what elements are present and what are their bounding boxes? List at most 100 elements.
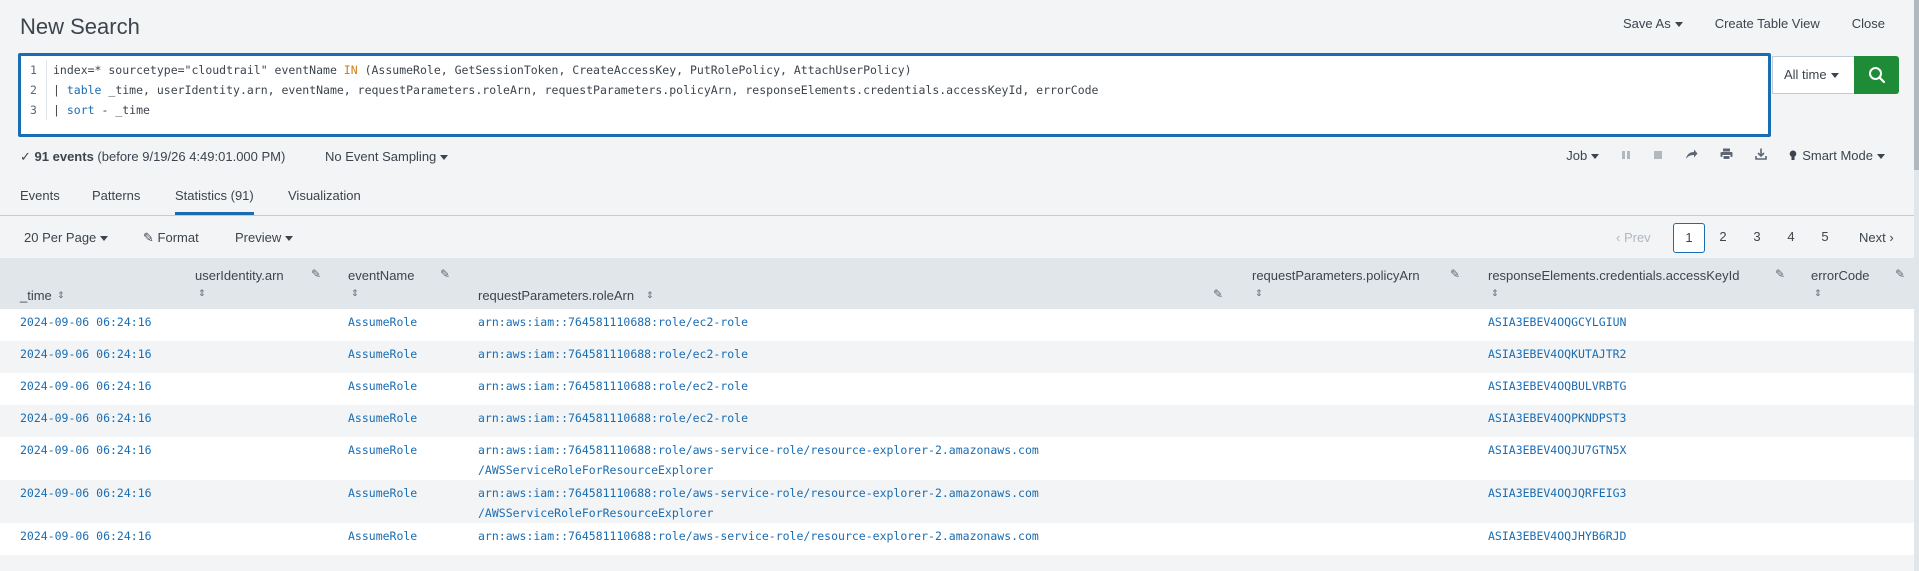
edit-column-icon[interactable]: ✎ [1450, 267, 1460, 281]
cell-access-key[interactable]: ASIA3EBEV4OQJU7GTN5X [1488, 440, 1626, 460]
scrollbar-thumb[interactable] [1914, 0, 1919, 170]
event-count-value: 91 events [34, 149, 94, 164]
cell-role-arn-continued[interactable]: /AWSServiceRoleForResourceExplorer [478, 503, 713, 523]
column-header-policy-arn[interactable]: requestParameters.policyArn [1252, 268, 1420, 283]
cell-event-name[interactable]: AssumeRole [348, 312, 417, 332]
search-line[interactable]: 2 | table _time, userIdentity.arn, eventN… [21, 80, 1098, 100]
sort-icon[interactable]: ⇕ [351, 288, 359, 299]
event-count-before: (before 9/19/26 4:49:01.000 PM) [97, 149, 286, 164]
cell-access-key[interactable]: ASIA3EBEV4OQGCYLGIUN [1488, 312, 1626, 332]
cell-event-name[interactable]: AssumeRole [348, 483, 417, 503]
table-row: 2024-09-06 06:24:16 AssumeRole arn:aws:iam… [0, 480, 1919, 523]
column-header-time[interactable]: _time [20, 288, 52, 303]
edit-column-icon[interactable]: ✎ [1895, 267, 1905, 281]
search-line[interactable]: 3 | sort - _time [21, 100, 150, 120]
event-count: ✓ 91 events (before 9/19/26 4:49:01.000 … [20, 149, 285, 165]
cell-time[interactable]: 2024-09-06 06:24:16 [20, 376, 152, 396]
tab-events[interactable]: Events [20, 188, 60, 212]
cell-event-name[interactable]: AssumeRole [348, 344, 417, 364]
job-menu[interactable]: Job [1566, 148, 1599, 163]
column-header-error-code[interactable]: errorCode [1811, 268, 1870, 283]
cell-time[interactable]: 2024-09-06 06:24:16 [20, 526, 152, 546]
per-page-dropdown[interactable]: 20 Per Page [24, 230, 108, 245]
next-page-button[interactable]: Next › [1859, 230, 1894, 245]
cell-event-name[interactable]: AssumeRole [348, 526, 417, 546]
column-header-event-name[interactable]: eventName [348, 268, 414, 283]
tab-patterns[interactable]: Patterns [92, 188, 140, 212]
event-sampling-dropdown[interactable]: No Event Sampling [325, 149, 448, 164]
page-4[interactable]: 4 [1775, 223, 1807, 253]
cell-access-key[interactable]: ASIA3EBEV4OQJQRFEIG3 [1488, 483, 1626, 503]
cell-role-arn[interactable]: arn:aws:iam::764581110688:role/aws-servi… [478, 440, 1039, 460]
search-line[interactable]: 1 index=* sourcetype="cloudtrail" eventNa… [21, 60, 912, 80]
prev-page-button[interactable]: ‹ Prev [1616, 230, 1651, 245]
cell-time[interactable]: 2024-09-06 06:24:16 [20, 408, 152, 428]
cell-event-name[interactable]: AssumeRole [348, 440, 417, 460]
results-tabs: Events Patterns Statistics (91) Visualiz… [0, 182, 1919, 216]
edit-column-icon[interactable]: ✎ [311, 267, 321, 281]
cell-time[interactable]: 2024-09-06 06:24:16 [20, 312, 152, 332]
cell-time[interactable]: 2024-09-06 06:24:16 [20, 440, 152, 460]
page-3[interactable]: 3 [1741, 223, 1773, 253]
cell-time[interactable]: 2024-09-06 06:24:16 [20, 344, 152, 364]
cell-role-arn[interactable]: arn:aws:iam::764581110688:role/aws-servi… [478, 526, 1039, 546]
export-icon[interactable] [1755, 148, 1767, 163]
time-range-picker[interactable]: All time [1772, 56, 1854, 94]
cell-role-arn[interactable]: arn:aws:iam::764581110688:role/aws-servi… [478, 483, 1039, 503]
create-table-view-button[interactable]: Create Table View [1715, 16, 1820, 31]
table-row: 2024-09-06 06:24:16 AssumeRole arn:aws:iam… [0, 523, 1919, 555]
preview-dropdown[interactable]: Preview [235, 230, 293, 245]
query-token: _time, userIdentity.arn, eventName, requ… [101, 83, 1099, 97]
edit-column-icon[interactable]: ✎ [1213, 287, 1223, 301]
search-button[interactable] [1854, 56, 1899, 94]
sort-icon[interactable]: ⇕ [1491, 288, 1499, 299]
cell-role-arn-continued[interactable]: /AWSServiceRoleForResourceExplorer [478, 460, 713, 480]
bulb-icon [1789, 150, 1797, 160]
stop-icon[interactable] [1653, 148, 1663, 163]
cell-event-name[interactable]: AssumeRole [348, 376, 417, 396]
cell-role-arn[interactable]: arn:aws:iam::764581110688:role/ec2-role [478, 376, 748, 396]
format-button[interactable]: ✎ Format [143, 230, 199, 246]
scrollbar[interactable] [1914, 0, 1919, 571]
cell-time[interactable]: 2024-09-06 06:24:16 [20, 483, 152, 503]
close-button[interactable]: Close [1852, 16, 1885, 31]
search-input[interactable]: 1 index=* sourcetype="cloudtrail" eventNa… [18, 53, 1771, 137]
page-5[interactable]: 5 [1809, 223, 1841, 253]
query-token: IN [343, 63, 358, 77]
cell-role-arn[interactable]: arn:aws:iam::764581110688:role/ec2-role [478, 344, 748, 364]
cell-event-name[interactable]: AssumeRole [348, 408, 417, 428]
tab-statistics[interactable]: Statistics (91) [175, 188, 254, 215]
sort-icon[interactable]: ⇕ [1814, 288, 1822, 299]
sort-icon[interactable]: ⇕ [198, 288, 206, 299]
edit-column-icon[interactable]: ✎ [440, 267, 450, 281]
query-token: table [66, 83, 102, 97]
column-header-access-key[interactable]: responseElements.credentials.accessKeyId [1488, 268, 1739, 283]
smart-mode-dropdown[interactable]: Smart Mode [1789, 148, 1885, 163]
sort-icon[interactable]: ⇕ [1255, 288, 1263, 299]
sort-icon[interactable]: ⇕ [646, 290, 654, 301]
cell-access-key[interactable]: ASIA3EBEV4OQPKNDPST3 [1488, 408, 1626, 428]
page-1[interactable]: 1 [1673, 223, 1705, 253]
query-token: | [53, 103, 67, 117]
edit-column-icon[interactable]: ✎ [1775, 267, 1785, 281]
page-2[interactable]: 2 [1707, 223, 1739, 253]
line-number: 1 [21, 60, 47, 80]
print-icon[interactable] [1720, 148, 1733, 163]
table-row: 2024-09-06 06:24:16 AssumeRole arn:aws:iam… [0, 309, 1919, 341]
query-token: - _time [94, 103, 150, 117]
share-icon[interactable] [1685, 148, 1698, 163]
column-header-user-arn[interactable]: userIdentity.arn [195, 268, 284, 283]
cell-access-key[interactable]: ASIA3EBEV4OQBULVRBTG [1488, 376, 1626, 396]
sort-icon[interactable]: ⇕ [57, 290, 65, 301]
cell-role-arn[interactable]: arn:aws:iam::764581110688:role/ec2-role [478, 312, 748, 332]
pause-icon[interactable] [1621, 148, 1631, 163]
job-toolbar: Job Smart Mode [1566, 148, 1885, 163]
query-token: (AssumeRole, GetSessionToken, CreateAcce… [357, 63, 912, 77]
table-row: 2024-09-06 06:24:16 AssumeRole arn:aws:iam… [0, 341, 1919, 373]
cell-access-key[interactable]: ASIA3EBEV4OQJHYB6RJD [1488, 526, 1626, 546]
cell-access-key[interactable]: ASIA3EBEV4OQKUTAJTR2 [1488, 344, 1626, 364]
cell-role-arn[interactable]: arn:aws:iam::764581110688:role/ec2-role [478, 408, 748, 428]
column-header-role-arn[interactable]: requestParameters.roleArn [478, 288, 634, 303]
tab-visualization[interactable]: Visualization [288, 188, 361, 212]
save-as-button[interactable]: Save As [1623, 16, 1683, 31]
